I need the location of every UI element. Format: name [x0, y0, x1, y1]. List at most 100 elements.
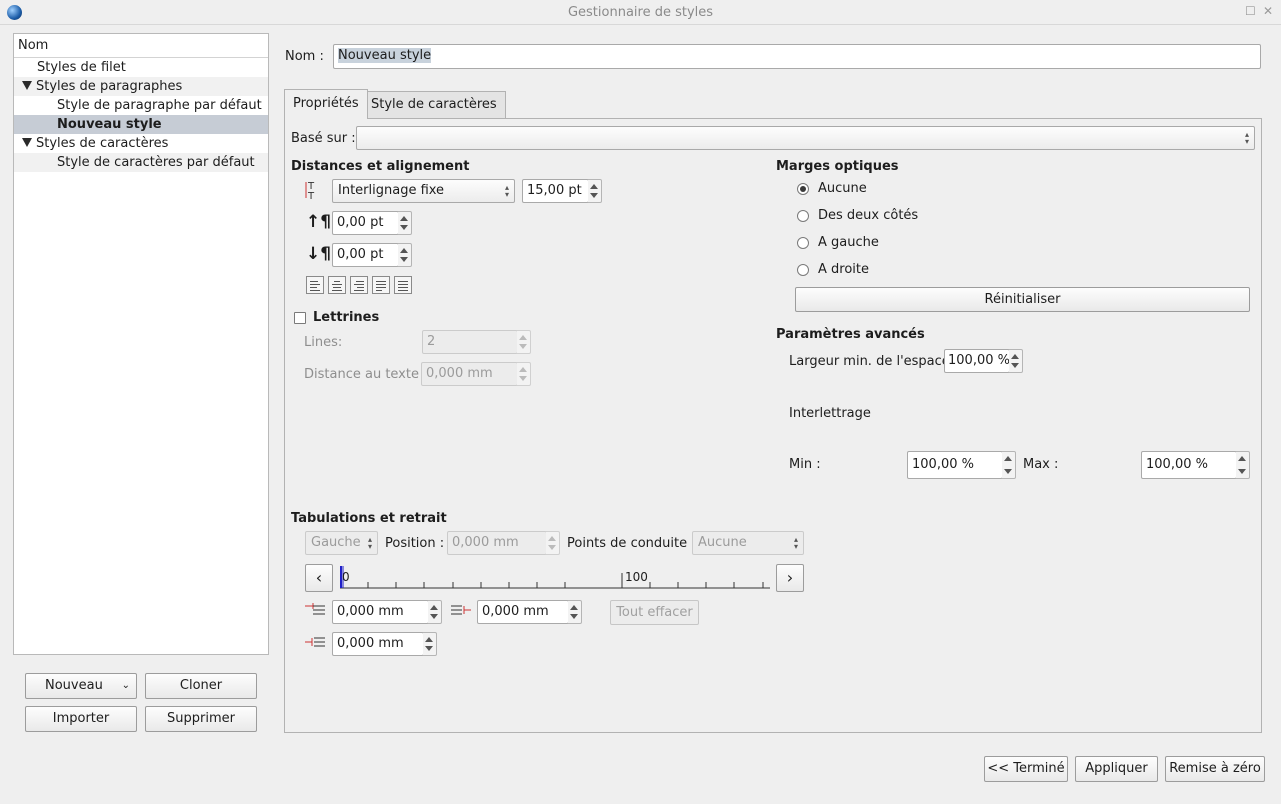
optical-none-radio[interactable]: [797, 183, 809, 195]
tree-item-label: Styles de filet: [37, 60, 126, 75]
tree-item-new-style[interactable]: Nouveau style: [14, 115, 268, 134]
name-input-value: Nouveau style: [338, 48, 432, 63]
name-input[interactable]: Nouveau style: [333, 44, 1261, 69]
right-indent-spinner[interactable]: [568, 600, 582, 624]
optical-left-radio[interactable]: [797, 237, 809, 249]
tab-leader-label: Points de conduite :: [567, 536, 696, 551]
tree-item-label: Style de paragraphe par défaut: [57, 98, 262, 113]
delete-button[interactable]: Supprimer: [145, 706, 257, 732]
align-left-icon[interactable]: [306, 276, 324, 294]
close-icon[interactable]: ✕: [1263, 4, 1273, 18]
dropcaps-lines-spinner[interactable]: [517, 330, 531, 354]
collapse-triangle-icon[interactable]: [22, 81, 32, 90]
line-spacing-spinner[interactable]: [588, 179, 602, 203]
tree-item-default-character-style[interactable]: Style de caractères par défaut: [14, 153, 268, 172]
right-indent-input[interactable]: 0,000 mm: [477, 600, 569, 624]
tab-properties[interactable]: Propriétés: [284, 89, 368, 119]
collapse-triangle-icon[interactable]: [22, 138, 32, 147]
ruler-scroll-right-button[interactable]: ›: [776, 564, 804, 592]
align-force-justify-icon[interactable]: [394, 276, 412, 294]
clear-all-tabs-button[interactable]: Tout effacer: [610, 600, 699, 625]
min-space-spinner[interactable]: [1009, 349, 1023, 373]
tree-item-label: Style de caractères par défaut: [57, 155, 255, 170]
tab-position-input[interactable]: 0,000 mm: [447, 531, 547, 555]
align-justify-icon[interactable]: [372, 276, 390, 294]
import-button[interactable]: Importer: [25, 706, 137, 732]
line-spacing-mode-value: Interlignage fixe: [338, 183, 445, 198]
glyph-min-input[interactable]: 100,00 %: [907, 451, 1003, 479]
space-below-spinner[interactable]: [398, 243, 412, 267]
glyph-extension-label: Interlettrage: [789, 406, 871, 421]
optical-left-label: A gauche: [818, 235, 879, 250]
line-spacing-mode-select[interactable]: Interlignage fixe ▴ ▾: [332, 179, 515, 203]
tab-position-spinner[interactable]: [546, 531, 560, 555]
glyph-min-spinner[interactable]: [1002, 451, 1016, 479]
tab-position-label: Position :: [385, 536, 445, 551]
tab-leader-value: Aucune: [698, 535, 747, 550]
optical-both-radio[interactable]: [797, 210, 809, 222]
new-button[interactable]: Nouveau ⌄: [25, 673, 137, 699]
new-button-label: Nouveau: [45, 678, 103, 693]
first-line-indent-spinner[interactable]: [428, 600, 442, 624]
glyph-max-input[interactable]: 100,00 %: [1141, 451, 1237, 479]
ruler-start-label: 0: [342, 570, 350, 584]
tree-item-label: Nouveau style: [57, 117, 162, 132]
advanced-heading: Paramètres avancés: [776, 327, 925, 342]
optical-reset-button[interactable]: Réinitialiser: [795, 287, 1250, 312]
first-line-indent-icon: [305, 603, 325, 615]
optical-none-label: Aucune: [818, 181, 867, 196]
distances-heading: Distances et alignement: [291, 159, 470, 174]
tree-header: Nom: [14, 34, 268, 58]
tab-type-select[interactable]: Gauche ▴ ▾: [305, 531, 378, 555]
updown-arrows-icon: ▴ ▾: [1244, 130, 1249, 146]
tab-type-value: Gauche: [311, 535, 361, 550]
space-below-input[interactable]: 0,00 pt: [332, 243, 399, 267]
min-space-input[interactable]: 100,00 %: [944, 349, 1010, 373]
window-title: Gestionnaire de styles: [567, 5, 714, 20]
updown-arrows-icon: ▴ ▾: [504, 183, 509, 199]
tab-leader-select[interactable]: Aucune ▴ ▾: [692, 531, 804, 555]
align-right-icon[interactable]: [350, 276, 368, 294]
tree-item-default-paragraph-style[interactable]: Style de paragraphe par défaut: [14, 96, 268, 115]
optical-margins-heading: Marges optiques: [776, 159, 899, 174]
ruler-scroll-left-button[interactable]: ‹: [305, 564, 333, 592]
line-spacing-input[interactable]: 15,00 pt: [522, 179, 589, 203]
first-line-indent-input[interactable]: 0,000 mm: [332, 600, 429, 624]
dropcaps-checkbox[interactable]: [294, 312, 306, 324]
tree-item-character-styles[interactable]: Styles de caractères: [14, 134, 268, 153]
left-indent-spinner[interactable]: [423, 632, 437, 656]
chevron-down-icon: ⌄: [121, 680, 130, 691]
maximize-icon[interactable]: ☐: [1245, 4, 1256, 18]
glyph-max-label: Max :: [1023, 457, 1059, 472]
tab-ruler[interactable]: [340, 564, 770, 590]
glyph-max-spinner[interactable]: [1236, 451, 1250, 479]
dropcaps-distance-label: Distance au texte :: [304, 367, 428, 382]
tabs-indent-heading: Tabulations et retrait: [291, 511, 447, 526]
svg-text:T: T: [307, 191, 315, 200]
tree-item-label: Styles de caractères: [36, 136, 169, 151]
dropcaps-label: Lettrines: [313, 310, 380, 325]
apply-button[interactable]: Appliquer: [1075, 756, 1158, 782]
align-center-icon[interactable]: [328, 276, 346, 294]
glyph-min-label: Min :: [789, 457, 821, 472]
space-below-icon: ↓¶: [306, 244, 332, 264]
title-bar: Gestionnaire de styles ☐ ✕: [0, 0, 1281, 25]
done-button[interactable]: << Terminé: [984, 756, 1068, 782]
tree-item-line-styles[interactable]: Styles de filet: [14, 58, 268, 77]
clone-button[interactable]: Cloner: [145, 673, 257, 699]
based-on-select[interactable]: ▴ ▾: [356, 126, 1255, 150]
space-above-input[interactable]: 0,00 pt: [332, 211, 399, 235]
tab-character-style[interactable]: Style de caractères: [362, 91, 506, 118]
space-above-icon: ↑¶: [306, 212, 332, 232]
reset-button[interactable]: Remise à zéro: [1165, 756, 1265, 782]
space-above-spinner[interactable]: [398, 211, 412, 235]
dropcaps-distance-spinner[interactable]: [517, 362, 531, 386]
style-tree[interactable]: Nom Styles de filet Styles de paragraphe…: [13, 33, 269, 655]
left-indent-input[interactable]: 0,000 mm: [332, 632, 424, 656]
right-indent-icon: [451, 605, 471, 615]
dropcaps-distance-input[interactable]: 0,000 mm: [421, 362, 518, 386]
tree-item-paragraph-styles[interactable]: Styles de paragraphes: [14, 77, 268, 96]
dropcaps-lines-input[interactable]: 2: [422, 330, 518, 354]
dropcaps-lines-label: Lines:: [304, 335, 343, 350]
optical-right-radio[interactable]: [797, 264, 809, 276]
